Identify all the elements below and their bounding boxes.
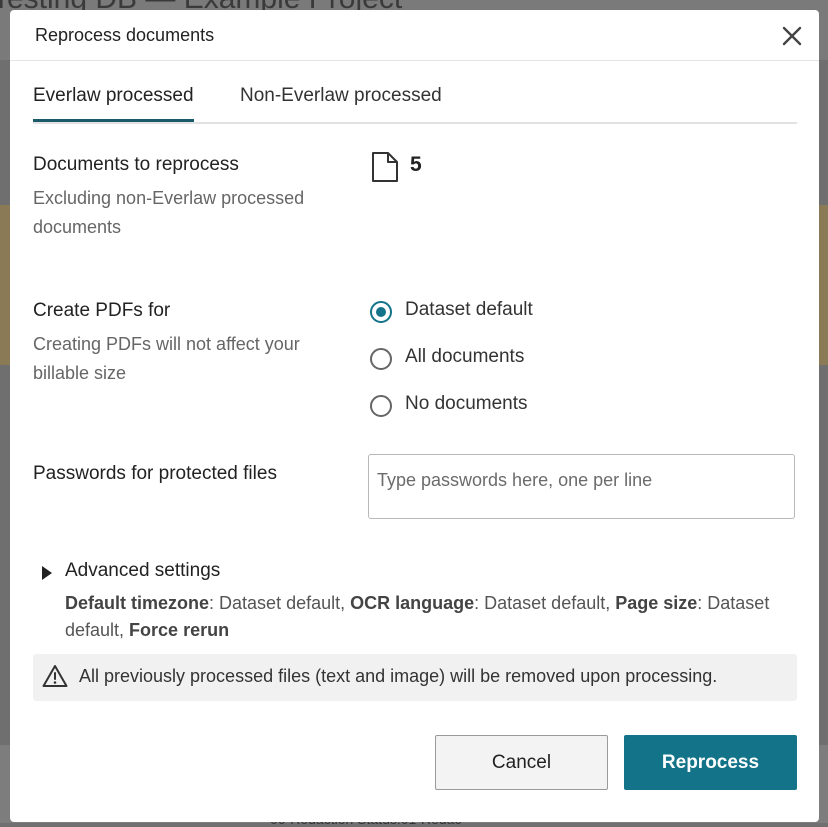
radio-button-selected[interactable] bbox=[370, 301, 392, 323]
processing-tabs: Everlaw processed Non-Everlaw processed bbox=[33, 82, 797, 124]
radio-label-all-documents: All documents bbox=[405, 346, 525, 367]
document-count: 5 bbox=[410, 153, 422, 176]
pdfs-label: Create PDFs for bbox=[33, 300, 171, 321]
dialog-title: Reprocess documents bbox=[35, 25, 215, 45]
advanced-settings-label: Advanced settings bbox=[65, 560, 221, 581]
force-rerun-key: Force rerun bbox=[129, 620, 230, 640]
cancel-button[interactable]: Cancel bbox=[435, 735, 608, 790]
document-icon bbox=[371, 151, 399, 183]
warning-text: All previously processed files (text and… bbox=[79, 666, 718, 686]
ocr-value: : Dataset default, bbox=[474, 593, 616, 613]
reprocess-dialog: Reprocess documents Everlaw processed No… bbox=[10, 10, 819, 822]
radio-label-dataset-default: Dataset default bbox=[405, 299, 533, 320]
pdfs-description: Creating PDFs will not affect your billa… bbox=[33, 334, 300, 383]
radio-label-no-documents: No documents bbox=[405, 393, 528, 414]
dialog-header: Reprocess documents bbox=[10, 10, 819, 61]
ocr-key: OCR language bbox=[350, 593, 475, 613]
warning-icon bbox=[42, 664, 68, 688]
passwords-input[interactable] bbox=[368, 454, 795, 519]
reprocess-button[interactable]: Reprocess bbox=[624, 735, 797, 790]
warning-banner: All previously processed files (text and… bbox=[33, 654, 797, 701]
documents-label: Documents to reprocess bbox=[33, 154, 239, 175]
caret-right-icon bbox=[42, 566, 52, 580]
documents-description: Excluding non-Everlaw processed document… bbox=[33, 188, 305, 237]
passwords-label: Passwords for protected files bbox=[33, 463, 277, 484]
radio-button[interactable] bbox=[370, 395, 392, 417]
radio-button[interactable] bbox=[370, 348, 392, 370]
tab-everlaw-processed[interactable]: Everlaw processed bbox=[33, 85, 194, 122]
advanced-settings-summary: Default timezone: Dataset default, OCR l… bbox=[65, 590, 795, 644]
timezone-key: Default timezone bbox=[65, 593, 210, 613]
close-icon[interactable] bbox=[781, 25, 803, 47]
page-size-key: Page size bbox=[615, 593, 698, 613]
timezone-value: : Dataset default, bbox=[209, 593, 351, 613]
tab-non-everlaw-processed[interactable]: Non-Everlaw processed bbox=[240, 85, 442, 119]
